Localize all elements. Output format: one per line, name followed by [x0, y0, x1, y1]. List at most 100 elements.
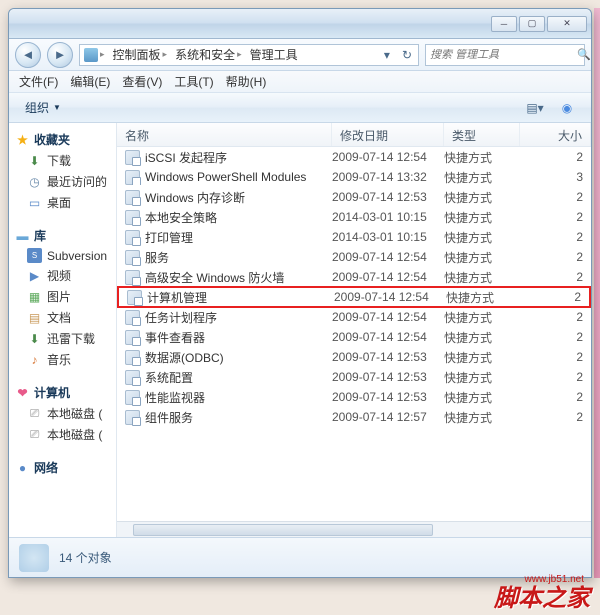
- sidebar-item[interactable]: ⎚本地磁盘 (: [9, 403, 116, 424]
- ico-hd-icon: ⎚: [27, 427, 42, 442]
- control-panel-icon: [84, 48, 98, 62]
- shortcut-icon: [125, 330, 140, 345]
- menu-item[interactable]: 编辑(E): [64, 71, 116, 92]
- status-icon: [19, 544, 49, 572]
- search-box[interactable]: 🔍: [425, 44, 585, 66]
- column-size[interactable]: 大小: [520, 123, 591, 146]
- file-row[interactable]: 本地安全策略2014-03-01 10:15快捷方式2: [117, 207, 591, 227]
- file-type: 快捷方式: [444, 309, 520, 326]
- file-row[interactable]: 组件服务2009-07-14 12:57快捷方式2: [117, 407, 591, 427]
- file-type: 快捷方式: [444, 389, 520, 406]
- file-date: 2009-07-14 12:53: [332, 370, 444, 384]
- breadcrumb-dropdown-icon[interactable]: ▾: [378, 48, 396, 62]
- breadcrumb[interactable]: ▸ 控制面板 ▸ 系统和安全 ▸ 管理工具 ▾ ↻: [79, 44, 419, 66]
- menu-item[interactable]: 帮助(H): [220, 71, 273, 92]
- file-date: 2009-07-14 12:57: [332, 410, 444, 424]
- sidebar-item[interactable]: ⬇迅雷下载: [9, 328, 116, 349]
- search-icon[interactable]: 🔍: [577, 48, 591, 61]
- file-row[interactable]: 任务计划程序2009-07-14 12:54快捷方式2: [117, 307, 591, 327]
- file-row[interactable]: 数据源(ODBC)2009-07-14 12:53快捷方式2: [117, 347, 591, 367]
- search-input[interactable]: [430, 49, 573, 61]
- ico-net-icon: ●: [15, 460, 30, 475]
- shortcut-icon: [125, 170, 140, 185]
- file-size: 2: [520, 190, 591, 204]
- file-size: 2: [520, 230, 591, 244]
- maximize-button[interactable]: ▢: [519, 16, 545, 32]
- file-row[interactable]: Windows 内存诊断2009-07-14 12:53快捷方式2: [117, 187, 591, 207]
- sidebar-item[interactable]: ⎚本地磁盘 (: [9, 424, 116, 445]
- sidebar-item[interactable]: ⬇下载: [9, 150, 116, 171]
- breadcrumb-item[interactable]: 管理工具: [246, 45, 302, 65]
- forward-button[interactable]: ►: [47, 42, 73, 68]
- file-date: 2009-07-14 12:54: [332, 250, 444, 264]
- breadcrumb-item[interactable]: 系统和安全 ▸: [171, 45, 246, 65]
- back-button[interactable]: ◄: [15, 42, 41, 68]
- file-row[interactable]: 服务2009-07-14 12:54快捷方式2: [117, 247, 591, 267]
- file-row[interactable]: Windows PowerShell Modules2009-07-14 13:…: [117, 167, 591, 187]
- file-size: 2: [520, 390, 591, 404]
- file-type: 快捷方式: [444, 329, 520, 346]
- sidebar-item-label: Subversion: [47, 249, 107, 263]
- sidebar-head-label: 收藏夹: [34, 131, 70, 148]
- window-buttons: ─ ▢ ✕: [491, 16, 587, 32]
- breadcrumb-root[interactable]: ▸: [80, 45, 109, 65]
- ico-pic-icon: ▦: [27, 289, 42, 304]
- scrollbar-thumb[interactable]: [133, 524, 433, 536]
- column-type[interactable]: 类型: [444, 123, 520, 146]
- sidebar-item[interactable]: ♪音乐: [9, 349, 116, 370]
- file-row[interactable]: 高级安全 Windows 防火墙2009-07-14 12:54快捷方式2: [117, 267, 591, 287]
- column-headers: 名称 修改日期 类型 大小: [117, 123, 591, 147]
- horizontal-scrollbar[interactable]: [117, 521, 591, 537]
- sidebar: ★收藏夹⬇下载◷最近访问的▭桌面 ▬库SSubversion▶视频▦图片▤文档⬇迅…: [9, 123, 117, 537]
- file-name: Windows PowerShell Modules: [145, 170, 306, 184]
- view-button[interactable]: ▤▾: [519, 97, 551, 119]
- file-type: 快捷方式: [444, 229, 520, 246]
- sidebar-item[interactable]: ▭桌面: [9, 192, 116, 213]
- organize-button[interactable]: 组织 ▼: [17, 96, 71, 119]
- file-row[interactable]: iSCSI 发起程序2009-07-14 12:54快捷方式2: [117, 147, 591, 167]
- column-name[interactable]: 名称: [117, 123, 332, 146]
- file-date: 2009-07-14 12:53: [332, 190, 444, 204]
- file-size: 2: [522, 290, 589, 304]
- content-pane: 名称 修改日期 类型 大小 iSCSI 发起程序2009-07-14 12:54…: [117, 123, 591, 537]
- menu-item[interactable]: 工具(T): [168, 71, 219, 92]
- file-type: 快捷方式: [444, 369, 520, 386]
- sidebar-head-label: 网络: [34, 459, 58, 476]
- file-row[interactable]: 系统配置2009-07-14 12:53快捷方式2: [117, 367, 591, 387]
- ico-vid-icon: ▶: [27, 268, 42, 283]
- menu-item[interactable]: 文件(F): [13, 71, 64, 92]
- file-row[interactable]: 性能监视器2009-07-14 12:53快捷方式2: [117, 387, 591, 407]
- file-row[interactable]: 计算机管理2009-07-14 12:54快捷方式2: [117, 286, 591, 308]
- sidebar-group-head[interactable]: ▬库: [9, 225, 116, 246]
- shortcut-icon: [125, 230, 140, 245]
- minimize-button[interactable]: ─: [491, 16, 517, 32]
- sidebar-item[interactable]: ▤文档: [9, 307, 116, 328]
- file-row[interactable]: 打印管理2014-03-01 10:15快捷方式2: [117, 227, 591, 247]
- file-date: 2009-07-14 12:54: [332, 330, 444, 344]
- close-button[interactable]: ✕: [547, 16, 587, 32]
- titlebar[interactable]: ─ ▢ ✕: [9, 9, 591, 39]
- help-button[interactable]: ◉: [551, 97, 583, 119]
- sidebar-group-head[interactable]: ● 网络: [9, 457, 116, 478]
- sidebar-item[interactable]: ▶视频: [9, 265, 116, 286]
- file-name: 数据源(ODBC): [145, 349, 224, 366]
- sidebar-item[interactable]: SSubversion: [9, 246, 116, 265]
- sidebar-head-label: 计算机: [34, 384, 70, 401]
- file-row[interactable]: 事件查看器2009-07-14 12:54快捷方式2: [117, 327, 591, 347]
- explorer-window: ─ ▢ ✕ ◄ ► ▸ 控制面板 ▸ 系统和安全 ▸ 管理工具 ▾ ↻ 🔍 文件…: [8, 8, 592, 578]
- file-date: 2009-07-14 12:53: [332, 350, 444, 364]
- sidebar-item-label: 迅雷下载: [47, 330, 95, 347]
- sidebar-group-head[interactable]: ★收藏夹: [9, 129, 116, 150]
- sidebar-item[interactable]: ◷最近访问的: [9, 171, 116, 192]
- breadcrumb-item[interactable]: 控制面板 ▸: [109, 45, 172, 65]
- file-type: 快捷方式: [444, 169, 520, 186]
- refresh-icon[interactable]: ↻: [396, 48, 418, 62]
- shortcut-icon: [125, 410, 140, 425]
- sidebar-item[interactable]: ▦图片: [9, 286, 116, 307]
- sidebar-item-label: 音乐: [47, 351, 71, 368]
- sidebar-group-head[interactable]: ❤计算机: [9, 382, 116, 403]
- menu-item[interactable]: 查看(V): [116, 71, 168, 92]
- shortcut-icon: [125, 210, 140, 225]
- file-type: 快捷方式: [444, 349, 520, 366]
- column-date[interactable]: 修改日期: [332, 123, 444, 146]
